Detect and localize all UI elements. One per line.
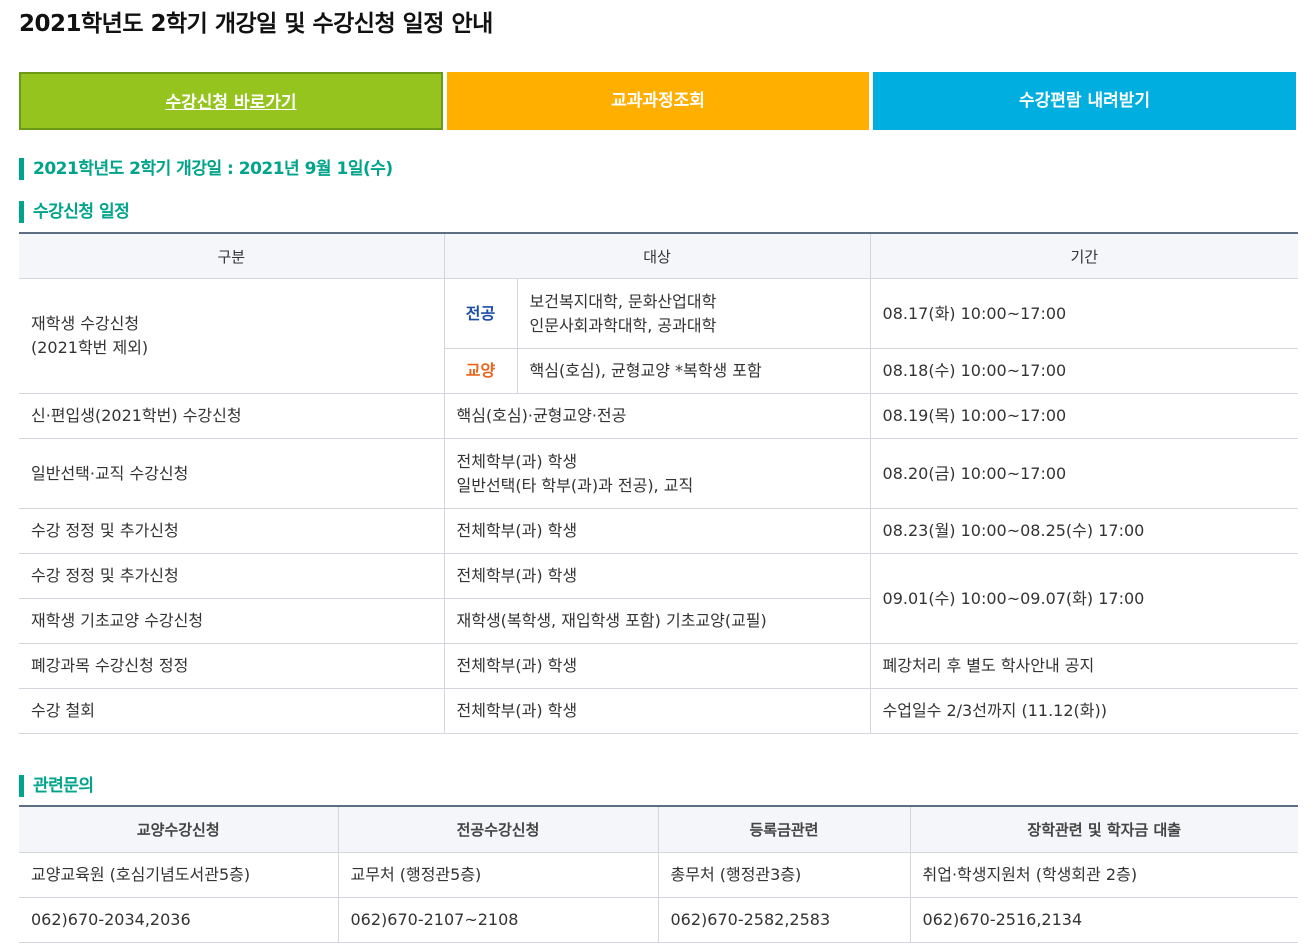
table-row: 폐강과목 수강신청 정정 전체학부(과) 학생 폐강처리 후 별도 학사안내 공… — [19, 643, 1299, 689]
schedule-header-row: 구분 대상 기간 — [19, 232, 1299, 279]
phone-cell: 062)670-2034,2036 — [19, 897, 339, 943]
opening-day-heading: 2021학년도 2학기 개강일 : 2021년 9월 1일(수) — [19, 158, 393, 180]
contact-header-row: 교양수강신청 전공수강신청 등록금관련 장학관련 및 학자금 대출 — [19, 805, 1298, 853]
table-row: 수강 정정 및 추가신청 전체학부(과) 학생 08.23(월) 10:00~0… — [19, 508, 1299, 554]
target-cell: 전체학부(과) 학생 일반선택(타 학부(과)과 전공), 교직 — [443, 438, 871, 509]
header-tuition: 등록금관련 — [657, 805, 911, 853]
major-tag: 전공 — [443, 278, 518, 349]
returning-category-line2: (2021학번 제외) — [31, 338, 149, 357]
header-target: 대상 — [443, 232, 871, 279]
category-cell: 폐강과목 수강신청 정정 — [19, 643, 445, 689]
contact-heading: 관련문의 — [19, 775, 94, 797]
period-cell: 09.01(수) 10:00~09.07(화) 17:00 — [869, 553, 1299, 644]
period-cell: 08.23(월) 10:00~08.25(수) 17:00 — [869, 508, 1299, 554]
handbook-download-button[interactable]: 수강편람 내려받기 — [873, 72, 1296, 130]
returning-category-line1: 재학생 수강신청 — [31, 314, 140, 333]
office-cell: 교양교육원 (호심기념도서관5층) — [19, 852, 339, 898]
period-cell: 08.20(금) 10:00~17:00 — [869, 438, 1299, 509]
returning-category-cell: 재학생 수강신청 (2021학번 제외) — [19, 278, 445, 394]
target-cell: 전체학부(과) 학생 — [443, 643, 871, 689]
phone-cell: 062)670-2516,2134 — [909, 897, 1298, 943]
major-target-line2: 인문사회과학대학, 공과대학 — [529, 315, 717, 335]
office-cell: 총무처 (행정관3층) — [657, 852, 911, 898]
table-row: 수강 철회 전체학부(과) 학생 수업일수 2/3선까지 (11.12(화)) — [19, 688, 1299, 734]
course-registration-button[interactable]: 수강신청 바로가기 — [19, 72, 443, 130]
table-row: 062)670-2034,2036 062)670-2107~2108 062)… — [19, 897, 1298, 943]
period-cell: 수업일수 2/3선까지 (11.12(화)) — [869, 688, 1299, 734]
liberal-target-cell: 핵심(호심), 균형교양 *복학생 포함 — [516, 348, 871, 394]
liberal-tag: 교양 — [443, 348, 518, 394]
header-liberal-registration: 교양수강신청 — [19, 805, 339, 853]
curriculum-lookup-button[interactable]: 교과과정조회 — [447, 72, 869, 130]
table-row: 신·편입생(2021학번) 수강신청 핵심(호심)·균형교양·전공 08.19(… — [19, 393, 1299, 439]
major-period-cell: 08.17(화) 10:00~17:00 — [869, 278, 1299, 349]
period-cell: 폐강처리 후 별도 학사안내 공지 — [869, 643, 1299, 689]
header-period: 기간 — [869, 232, 1299, 279]
category-cell: 수강 철회 — [19, 688, 445, 734]
contact-table: 교양수강신청 전공수강신청 등록금관련 장학관련 및 학자금 대출 교양교육원 … — [19, 805, 1298, 943]
office-cell: 교무처 (행정관5층) — [337, 852, 659, 898]
target-line1: 전체학부(과) 학생 — [456, 451, 578, 471]
table-row: 재학생 수강신청 (2021학번 제외) 전공 보건복지대학, 문화산업대학 인… — [19, 278, 1299, 394]
schedule-heading: 수강신청 일정 — [19, 201, 130, 223]
target-cell: 전체학부(과) 학생 — [443, 553, 871, 599]
period-cell: 08.19(목) 10:00~17:00 — [869, 393, 1299, 439]
header-major-registration: 전공수강신청 — [337, 805, 659, 853]
liberal-period-cell: 08.18(수) 10:00~17:00 — [869, 348, 1299, 394]
category-cell: 재학생 기초교양 수강신청 — [19, 598, 445, 644]
category-cell: 일반선택·교직 수강신청 — [19, 438, 445, 509]
phone-cell: 062)670-2582,2583 — [657, 897, 911, 943]
target-cell: 전체학부(과) 학생 — [443, 688, 871, 734]
schedule-table: 구분 대상 기간 재학생 수강신청 (2021학번 제외) 전공 보건복지대학,… — [19, 232, 1299, 734]
category-cell: 신·편입생(2021학번) 수강신청 — [19, 393, 445, 439]
phone-cell: 062)670-2107~2108 — [337, 897, 659, 943]
office-cell: 취업·학생지원처 (학생회관 2층) — [909, 852, 1298, 898]
category-cell: 수강 정정 및 추가신청 — [19, 508, 445, 554]
page-title: 2021학년도 2학기 개강일 및 수강신청 일정 안내 — [19, 11, 493, 37]
target-cell: 전체학부(과) 학생 — [443, 508, 871, 554]
target-line2: 일반선택(타 학부(과)과 전공), 교직 — [456, 475, 694, 495]
table-row: 일반선택·교직 수강신청 전체학부(과) 학생 일반선택(타 학부(과)과 전공… — [19, 438, 1299, 509]
major-target-cell: 보건복지대학, 문화산업대학 인문사회과학대학, 공과대학 — [516, 278, 871, 349]
major-target-line1: 보건복지대학, 문화산업대학 — [529, 291, 717, 311]
quick-link-buttons: 수강신청 바로가기 교과과정조회 수강편람 내려받기 — [19, 72, 1296, 130]
header-category: 구분 — [19, 232, 445, 279]
target-cell: 재학생(복학생, 재입학생 포함) 기초교양(교필) — [443, 598, 871, 644]
target-cell: 핵심(호심)·균형교양·전공 — [443, 393, 871, 439]
table-row: 수강 정정 및 추가신청 전체학부(과) 학생 09.01(수) 10:00~0… — [19, 553, 1299, 644]
table-row: 교양교육원 (호심기념도서관5층) 교무처 (행정관5층) 총무처 (행정관3층… — [19, 852, 1298, 898]
category-cell: 수강 정정 및 추가신청 — [19, 553, 445, 599]
header-scholarship: 장학관련 및 학자금 대출 — [909, 805, 1298, 853]
